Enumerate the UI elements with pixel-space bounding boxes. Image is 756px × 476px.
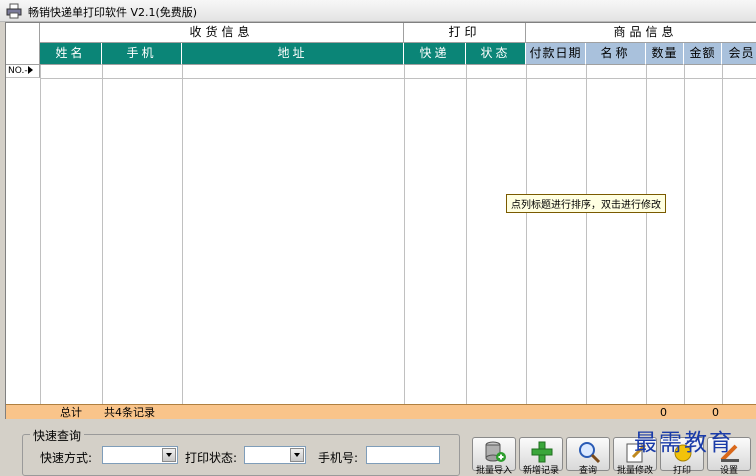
print-button-label: 打印 xyxy=(672,466,691,476)
watermark-text: 最需教育 xyxy=(634,430,734,456)
column-header-express[interactable]: 快递 xyxy=(404,43,466,65)
column-header-amount[interactable]: 金额 xyxy=(684,43,722,65)
plus-icon xyxy=(531,441,553,463)
dropdown-arrow-icon[interactable] xyxy=(162,448,176,462)
column-header-pay-date[interactable]: 付款日期 xyxy=(526,43,586,65)
column-divider xyxy=(404,65,405,405)
column-header-phone[interactable]: 手机 xyxy=(102,43,182,65)
window-title: 畅销快递单打印软件 V2.1(免费版) xyxy=(28,6,198,19)
title-bar: 畅销快递单打印软件 V2.1(免费版) xyxy=(0,0,756,22)
column-divider xyxy=(40,65,41,405)
quick-search-title: 快速查询 xyxy=(30,427,85,444)
totals-row: 总计 共4条记录 0 0 xyxy=(6,404,756,419)
column-divider xyxy=(684,65,685,405)
total-amount: 0 xyxy=(712,406,719,419)
add-record-button[interactable]: 新增记录 xyxy=(519,437,563,476)
row-pointer-icon xyxy=(27,66,33,74)
add-record-button-label: 新增记录 xyxy=(522,466,559,476)
column-divider xyxy=(646,65,647,405)
group-header-print: 打印 xyxy=(404,23,526,43)
row-separator xyxy=(40,78,756,79)
column-header-address[interactable]: 地址 xyxy=(182,43,404,65)
column-divider xyxy=(466,65,467,405)
row-marker-text: NO.- xyxy=(8,66,28,76)
totals-label: 总计 xyxy=(60,406,82,419)
column-header-goods-name[interactable]: 名称 xyxy=(586,43,646,65)
express-label: 快速方式: xyxy=(40,451,93,465)
sort-hint-tooltip: 点列标题进行排序，双击进行修改 xyxy=(506,194,666,213)
print-status-select[interactable] xyxy=(244,446,306,464)
search-button[interactable]: 查询 xyxy=(566,437,610,476)
column-divider xyxy=(182,65,183,405)
total-quantity: 0 xyxy=(660,406,667,419)
import-button-label: 批量导入 xyxy=(475,466,512,476)
dropdown-arrow-icon[interactable] xyxy=(290,448,304,462)
record-count: 共4条记录 xyxy=(104,406,155,419)
column-header-status[interactable]: 状态 xyxy=(466,43,526,65)
grid-corner xyxy=(6,23,40,65)
column-header-name[interactable]: 姓名 xyxy=(40,43,102,65)
print-status-label: 打印状态: xyxy=(185,451,238,465)
express-select[interactable] xyxy=(102,446,178,464)
magnifier-icon xyxy=(579,442,601,464)
column-header-member[interactable]: 会员 xyxy=(722,43,756,65)
column-divider xyxy=(102,65,103,405)
database-add-icon xyxy=(485,441,506,462)
app-printer-icon xyxy=(6,3,22,19)
batch-edit-button-label: 批量修改 xyxy=(616,466,653,476)
column-header-quantity[interactable]: 数量 xyxy=(646,43,684,65)
column-divider xyxy=(526,65,527,405)
phone-label: 手机号: xyxy=(318,451,359,465)
settings-button-label: 设置 xyxy=(719,466,738,476)
import-button[interactable]: 批量导入 xyxy=(472,437,516,476)
column-divider xyxy=(722,65,723,405)
row-indicator[interactable]: NO.- xyxy=(6,65,40,78)
group-header-receiver: 收货信息 xyxy=(40,23,404,43)
phone-input[interactable] xyxy=(366,446,440,464)
search-button-label: 查询 xyxy=(578,466,597,476)
group-header-goods: 商品信息 xyxy=(526,23,756,43)
records-grid[interactable]: 收货信息 打印 商品信息 姓名 手机 地址 快递 状态 付款日期 名称 数量 金… xyxy=(5,22,756,419)
column-divider xyxy=(586,65,587,405)
